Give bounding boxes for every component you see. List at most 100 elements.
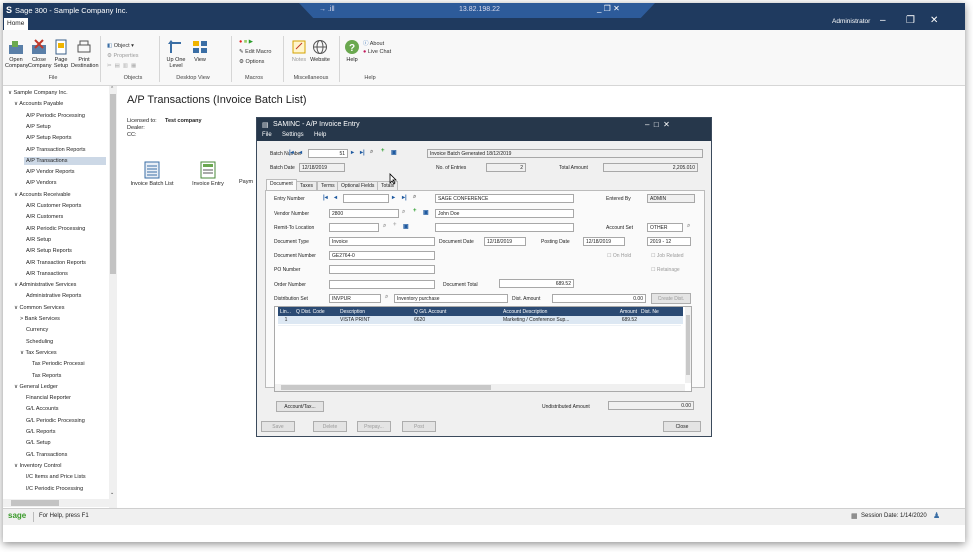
save-button[interactable]: Save [261,421,295,432]
sidebar-item[interactable]: ∨ General Ledger [12,383,60,391]
distribution-set-finder-icon[interactable]: ⌕ [385,294,388,301]
entry-number-field[interactable] [343,194,389,203]
on-hold-checkbox[interactable]: ☐ On Hold [607,253,631,259]
grid-column-header[interactable]: Q Dist. Code [294,307,338,316]
sidebar-item[interactable]: ∨ Sample Company Inc. [6,89,70,97]
properties-button[interactable]: ⚙ Properties [107,53,139,59]
sidebar-item[interactable]: A/R Transactions [24,270,70,278]
tab-terms[interactable]: Terms [317,181,339,190]
entry-description-field[interactable]: SAGE CONFERENCE [435,194,574,203]
invoice-entry-shortcut[interactable]: Invoice Entry [183,161,233,187]
sidebar-item[interactable]: A/P Periodic Processing [24,112,87,120]
grid-cell[interactable] [294,316,338,324]
remote-window-controls[interactable]: _ ❐ ✕ [597,4,620,13]
batch-save-icon[interactable]: ▣ [391,149,397,156]
entered-by-field[interactable]: ADMIN [647,194,695,203]
invoice-batch-list-shortcut[interactable]: Invoice Batch List [127,161,177,187]
tab-optional-fields[interactable]: Optional Fields [337,181,379,190]
grid-column-header[interactable]: Description [338,307,412,316]
open-company-button[interactable]: Open Company [5,39,29,69]
sidebar-item[interactable]: Currency [24,326,50,334]
grid-cell[interactable]: Marketing / Conference Sup... [501,316,586,324]
dialog-window-controls[interactable]: – □ ✕ [645,120,670,129]
sidebar-item[interactable]: Administrative Reports [24,292,83,300]
prepay-button[interactable]: Prepay... [357,421,391,432]
batch-first-icon[interactable]: |◂ [289,149,294,156]
sidebar-item[interactable]: > Bank Services [18,315,62,323]
document-date-field[interactable]: 12/18/2019 [484,237,526,246]
sidebar-item[interactable]: A/P Vendor Reports [24,168,77,176]
distribution-set-field[interactable]: INVPUR [329,294,381,303]
undistributed-amount-field[interactable]: 0.00 [608,401,694,410]
grid-cell[interactable] [639,316,683,324]
entry-first-icon[interactable]: |◂ [323,194,328,201]
live-chat-button[interactable]: ● Live Chat [363,49,391,55]
sidebar-item[interactable]: A/R Customers [24,213,65,221]
fiscal-period-field[interactable]: 2019 - 12 [647,237,691,246]
object-tools-icons[interactable]: ✂▤▥▦ [107,63,139,69]
document-number-field[interactable]: GE2764-0 [329,251,435,260]
menu-help[interactable]: Help [314,132,326,138]
payment-shortcut[interactable]: Paym [239,178,253,185]
sidebar-item[interactable]: ∨ Common Services [12,304,66,312]
view-button[interactable]: View [191,39,209,63]
account-set-field[interactable]: OTHER [647,223,683,232]
sidebar-item[interactable]: ∨ Administrative Services [12,281,78,289]
vendor-new-icon[interactable]: + [413,208,417,214]
batch-prev-icon[interactable]: ◂ [299,149,302,156]
batch-new-icon[interactable]: + [381,148,385,154]
menu-settings[interactable]: Settings [282,132,304,138]
sidebar-item[interactable]: Tax Periodic Processi [30,360,87,368]
grid-column-header[interactable]: Account Description [501,307,586,316]
total-amount-field[interactable]: 2,205.010 [603,163,698,172]
menu-file[interactable]: File [262,132,272,138]
sidebar-item[interactable]: ∨ Inventory Control [12,462,63,470]
page-setup-button[interactable]: Page Setup [51,39,71,69]
about-button[interactable]: ⓘ About [363,39,384,47]
grid-cell[interactable]: VISTA PRINT [338,316,412,324]
remit-new-icon[interactable]: + [393,222,397,228]
sidebar-item[interactable]: A/P Transaction Reports [24,146,88,154]
sidebar-item[interactable]: A/P Vendors [24,179,58,187]
up-one-level-button[interactable]: Up One Level [163,39,189,69]
sidebar-item[interactable]: A/P Setup Reports [24,134,73,142]
restore-button[interactable]: ❐ [906,15,915,26]
tab-home[interactable]: Home [4,18,28,30]
close-button[interactable]: ✕ [930,15,938,26]
account-tax-button[interactable]: Account/Tax... [276,401,324,412]
grid-cell[interactable]: 6620 [412,316,501,324]
sidebar-item[interactable]: G/L Periodic Processing [24,417,87,425]
grid-column-header[interactable]: Amount [586,307,639,316]
document-type-select[interactable]: Invoice [329,237,435,246]
nav-scrollbar-thumb[interactable] [110,94,116,274]
website-button[interactable]: Website [309,39,331,63]
batch-last-icon[interactable]: ▸| [360,149,365,156]
macro-playback-icons[interactable]: ● ■ ▶ [239,39,253,45]
sidebar-item[interactable]: G/L Accounts [24,405,61,413]
tab-taxes[interactable]: Taxes [296,181,318,190]
entry-prev-icon[interactable]: ◂ [334,194,337,201]
sidebar-item[interactable]: ∨ Tax Services [18,349,59,357]
vendor-name-field[interactable]: John Doe [435,209,574,218]
minimize-button[interactable]: – [880,15,886,26]
grid-column-header[interactable]: Dist. Ne [639,307,683,316]
delete-button[interactable]: Delete [313,421,347,432]
po-number-field[interactable] [329,265,435,274]
batch-number-field[interactable]: 51 [308,149,348,158]
grid-cell[interactable]: 689.52 [586,316,639,324]
grid-column-header[interactable]: Lin... [278,307,294,316]
sidebar-item[interactable]: G/L Transactions [24,451,69,459]
entry-last-icon[interactable]: ▸| [402,194,407,201]
sidebar-item[interactable]: Tax Reports [30,372,63,380]
tab-document[interactable]: Document [266,179,297,190]
macro-options-button[interactable]: ⚙ Options [239,59,264,65]
grid-cell[interactable]: 1 [278,316,294,324]
sidebar-item[interactable]: A/R Setup Reports [24,247,74,255]
sidebar-item[interactable]: G/L Setup [24,439,53,447]
dist-amount-field[interactable]: 0.00 [552,294,646,303]
entry-next-icon[interactable]: ▸ [392,194,395,201]
distribution-set-description[interactable]: Inventory purchase [394,294,508,303]
entries-field[interactable]: 2 [486,163,526,172]
sidebar-item[interactable]: Scheduling [24,338,55,346]
vendor-finder-icon[interactable]: ⌕ [402,209,405,216]
